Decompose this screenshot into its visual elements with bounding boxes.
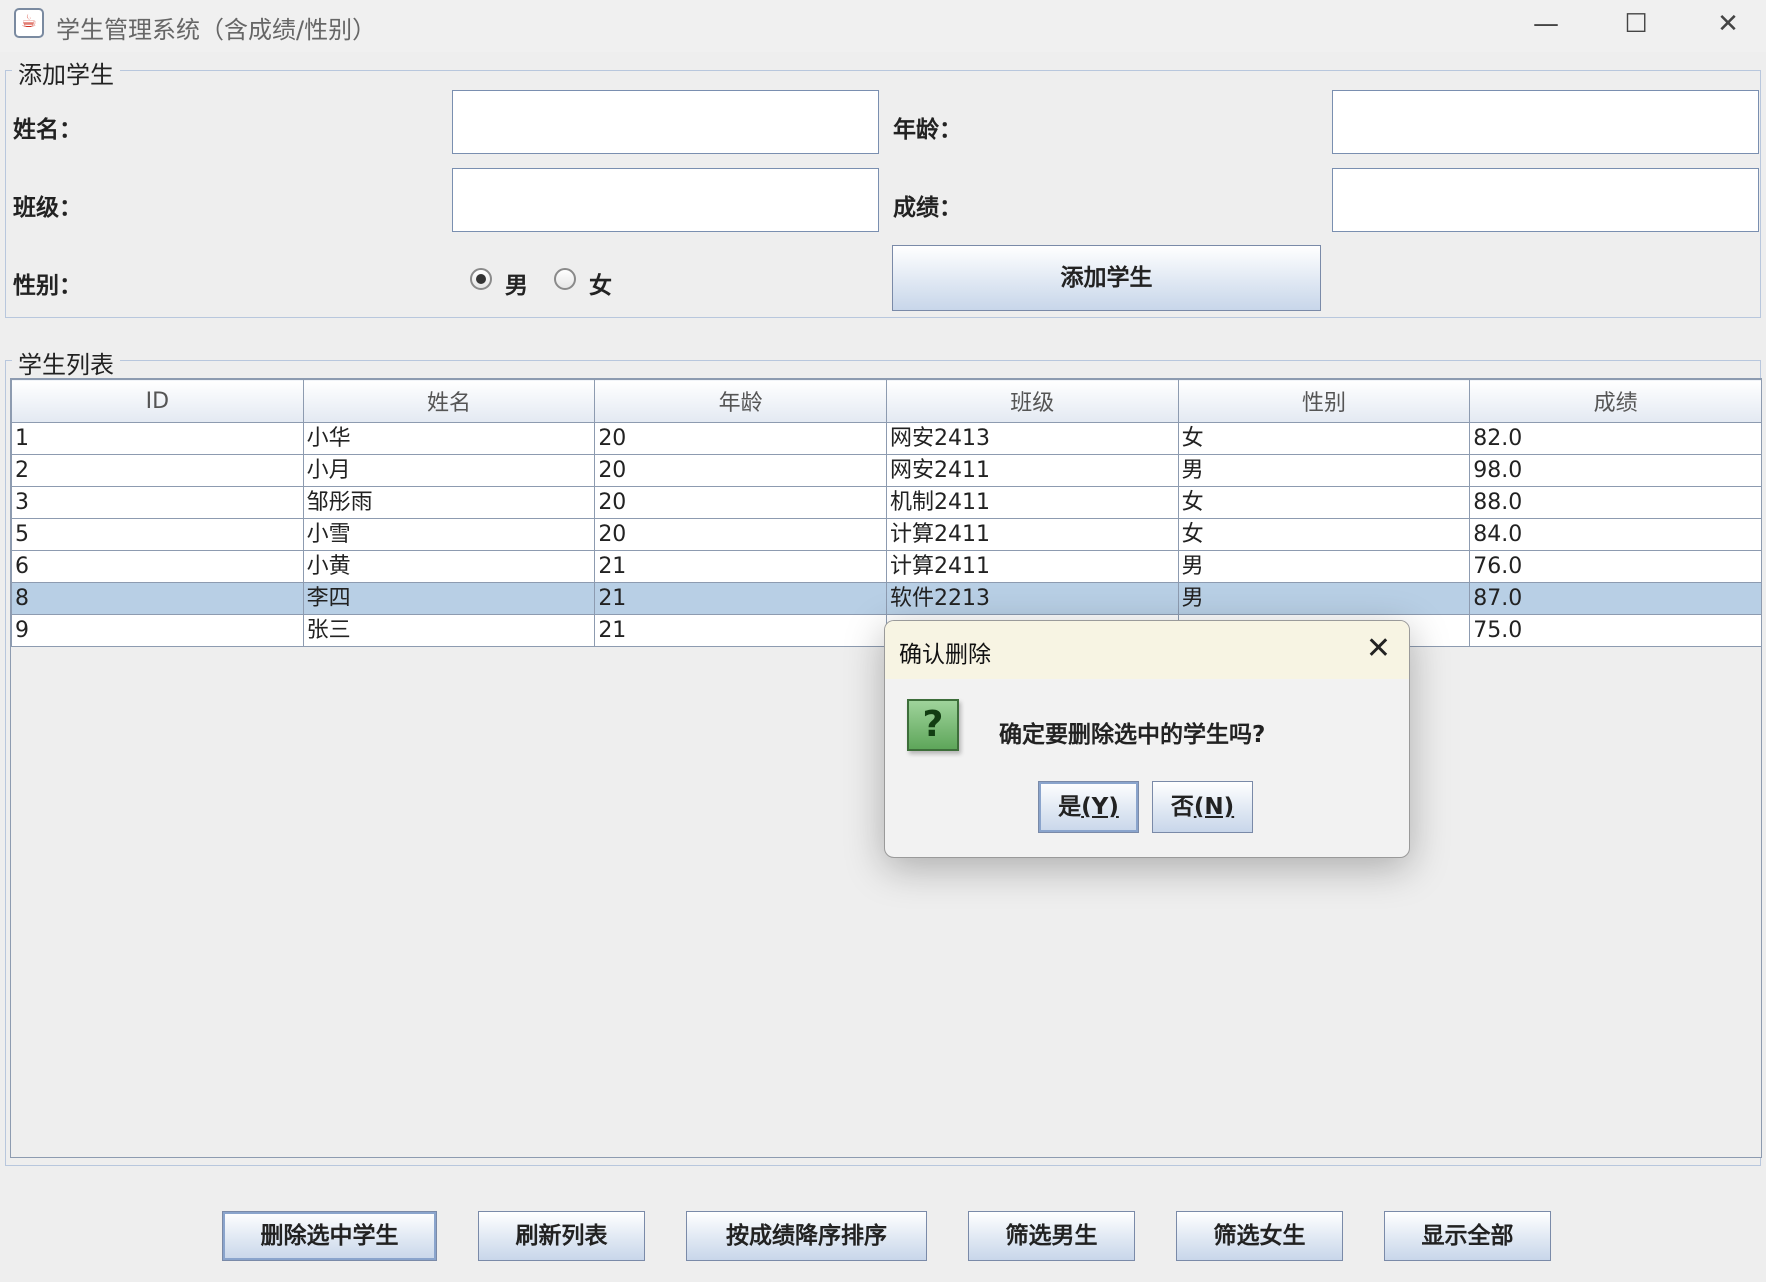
cell-name[interactable]: 小华 [302, 422, 596, 455]
maximize-button[interactable]: ☐ [1590, 0, 1682, 50]
cell-name[interactable]: 邹彤雨 [302, 486, 596, 519]
no-mnemonic: (N) [1193, 794, 1235, 820]
cell-gender[interactable]: 女 [1177, 518, 1471, 551]
cell-score[interactable]: 87.0 [1469, 582, 1761, 615]
cell-age[interactable]: 21 [594, 614, 887, 647]
delete-selected-button[interactable]: 删除选中学生 [222, 1211, 437, 1261]
radio-female-label[interactable]: 女 [589, 266, 612, 300]
table-row[interactable]: 6 小黄 21 计算2411 男 76.0 [11, 550, 1761, 583]
dialog-yes-button[interactable]: 是(Y) [1038, 781, 1139, 833]
no-label: 否 [1170, 794, 1194, 820]
column-header-gender[interactable]: 性别 [1177, 379, 1471, 423]
cell-age[interactable]: 20 [594, 422, 887, 455]
age-input[interactable] [1332, 90, 1759, 154]
add-student-button[interactable]: 添加学生 [892, 245, 1321, 311]
cell-class[interactable]: 软件2213 [885, 582, 1179, 615]
radio-male-label[interactable]: 男 [505, 266, 528, 300]
cell-score[interactable]: 98.0 [1469, 454, 1761, 487]
cell-age[interactable]: 20 [594, 518, 887, 551]
java-app-icon: ☕ [14, 8, 44, 38]
filter-male-button[interactable]: 筛选男生 [968, 1211, 1135, 1261]
cell-id[interactable]: 2 [11, 454, 304, 487]
cell-name[interactable]: 小黄 [302, 550, 596, 583]
window-titlebar: ☕ 学生管理系统（含成绩/性别） — ☐ ✕ [0, 0, 1766, 52]
question-icon: ? [907, 699, 959, 751]
refresh-list-button[interactable]: 刷新列表 [478, 1211, 645, 1261]
dialog-close-icon[interactable]: ✕ [1366, 631, 1391, 666]
cell-id[interactable]: 8 [11, 582, 304, 615]
column-header-score[interactable]: 成绩 [1469, 379, 1761, 423]
table-header-row: ID 姓名 年龄 班级 性别 成绩 [11, 379, 1761, 423]
cell-name[interactable]: 李四 [302, 582, 596, 615]
cell-age[interactable]: 20 [594, 454, 887, 487]
cell-gender[interactable]: 男 [1177, 454, 1471, 487]
cell-gender[interactable]: 男 [1177, 582, 1471, 615]
cell-class[interactable]: 计算2411 [885, 550, 1179, 583]
cell-gender[interactable]: 女 [1177, 422, 1471, 455]
yes-mnemonic: (Y) [1081, 794, 1119, 820]
confirm-delete-dialog[interactable]: 确认删除 ✕ ? 确定要删除选中的学生吗? 是(Y) 否(N) [884, 620, 1410, 858]
add-student-legend: 添加学生 [12, 55, 120, 90]
cell-name[interactable]: 张三 [302, 614, 596, 647]
dialog-titlebar: 确认删除 ✕ [885, 621, 1409, 679]
yes-label: 是 [1058, 794, 1082, 820]
cell-score[interactable]: 88.0 [1469, 486, 1761, 519]
window-title: 学生管理系统（含成绩/性别） [56, 16, 377, 44]
cell-score[interactable]: 82.0 [1469, 422, 1761, 455]
score-label: 成绩： [893, 195, 962, 221]
dialog-no-button[interactable]: 否(N) [1152, 781, 1253, 833]
table-row[interactable]: 3 邹彤雨 20 机制2411 女 88.0 [11, 486, 1761, 519]
column-header-id[interactable]: ID [11, 379, 304, 423]
cell-name[interactable]: 小月 [302, 454, 596, 487]
cell-id[interactable]: 6 [11, 550, 304, 583]
dialog-title: 确认删除 [899, 642, 991, 668]
cell-class[interactable]: 机制2411 [885, 486, 1179, 519]
show-all-button[interactable]: 显示全部 [1384, 1211, 1551, 1261]
cell-class[interactable]: 网安2411 [885, 454, 1179, 487]
cell-id[interactable]: 9 [11, 614, 304, 647]
cell-gender[interactable]: 男 [1177, 550, 1471, 583]
cell-class[interactable]: 计算2411 [885, 518, 1179, 551]
cell-score[interactable]: 75.0 [1469, 614, 1761, 647]
gender-label: 性别： [13, 273, 82, 299]
cell-class[interactable]: 网安2413 [885, 422, 1179, 455]
score-input[interactable] [1332, 168, 1759, 232]
table-row-selected[interactable]: 8 李四 21 软件2213 男 87.0 [11, 582, 1761, 615]
cell-name[interactable]: 小雪 [302, 518, 596, 551]
column-header-class[interactable]: 班级 [885, 379, 1179, 423]
table-row[interactable]: 2 小月 20 网安2411 男 98.0 [11, 454, 1761, 487]
name-label: 姓名： [13, 117, 82, 143]
cell-age[interactable]: 21 [594, 582, 887, 615]
filter-female-button[interactable]: 筛选女生 [1176, 1211, 1343, 1261]
dialog-message: 确定要删除选中的学生吗? [999, 722, 1266, 748]
cell-id[interactable]: 1 [11, 422, 304, 455]
radio-female[interactable] [554, 268, 576, 290]
minimize-button[interactable]: — [1500, 0, 1592, 50]
class-label: 班级： [13, 195, 82, 221]
cell-age[interactable]: 21 [594, 550, 887, 583]
cell-id[interactable]: 5 [11, 518, 304, 551]
column-header-name[interactable]: 姓名 [302, 379, 596, 423]
column-header-age[interactable]: 年龄 [594, 379, 887, 423]
student-list-legend: 学生列表 [12, 345, 120, 380]
cell-id[interactable]: 3 [11, 486, 304, 519]
table-row[interactable]: 1 小华 20 网安2413 女 82.0 [11, 422, 1761, 455]
cell-score[interactable]: 84.0 [1469, 518, 1761, 551]
age-label: 年龄： [893, 117, 962, 143]
sort-by-score-desc-button[interactable]: 按成绩降序排序 [686, 1211, 927, 1261]
table-row[interactable]: 5 小雪 20 计算2411 女 84.0 [11, 518, 1761, 551]
radio-male[interactable] [470, 268, 492, 290]
cell-score[interactable]: 76.0 [1469, 550, 1761, 583]
cell-gender[interactable]: 女 [1177, 486, 1471, 519]
class-input[interactable] [452, 168, 879, 232]
close-window-button[interactable]: ✕ [1682, 0, 1766, 50]
cell-age[interactable]: 20 [594, 486, 887, 519]
name-input[interactable] [452, 90, 879, 154]
